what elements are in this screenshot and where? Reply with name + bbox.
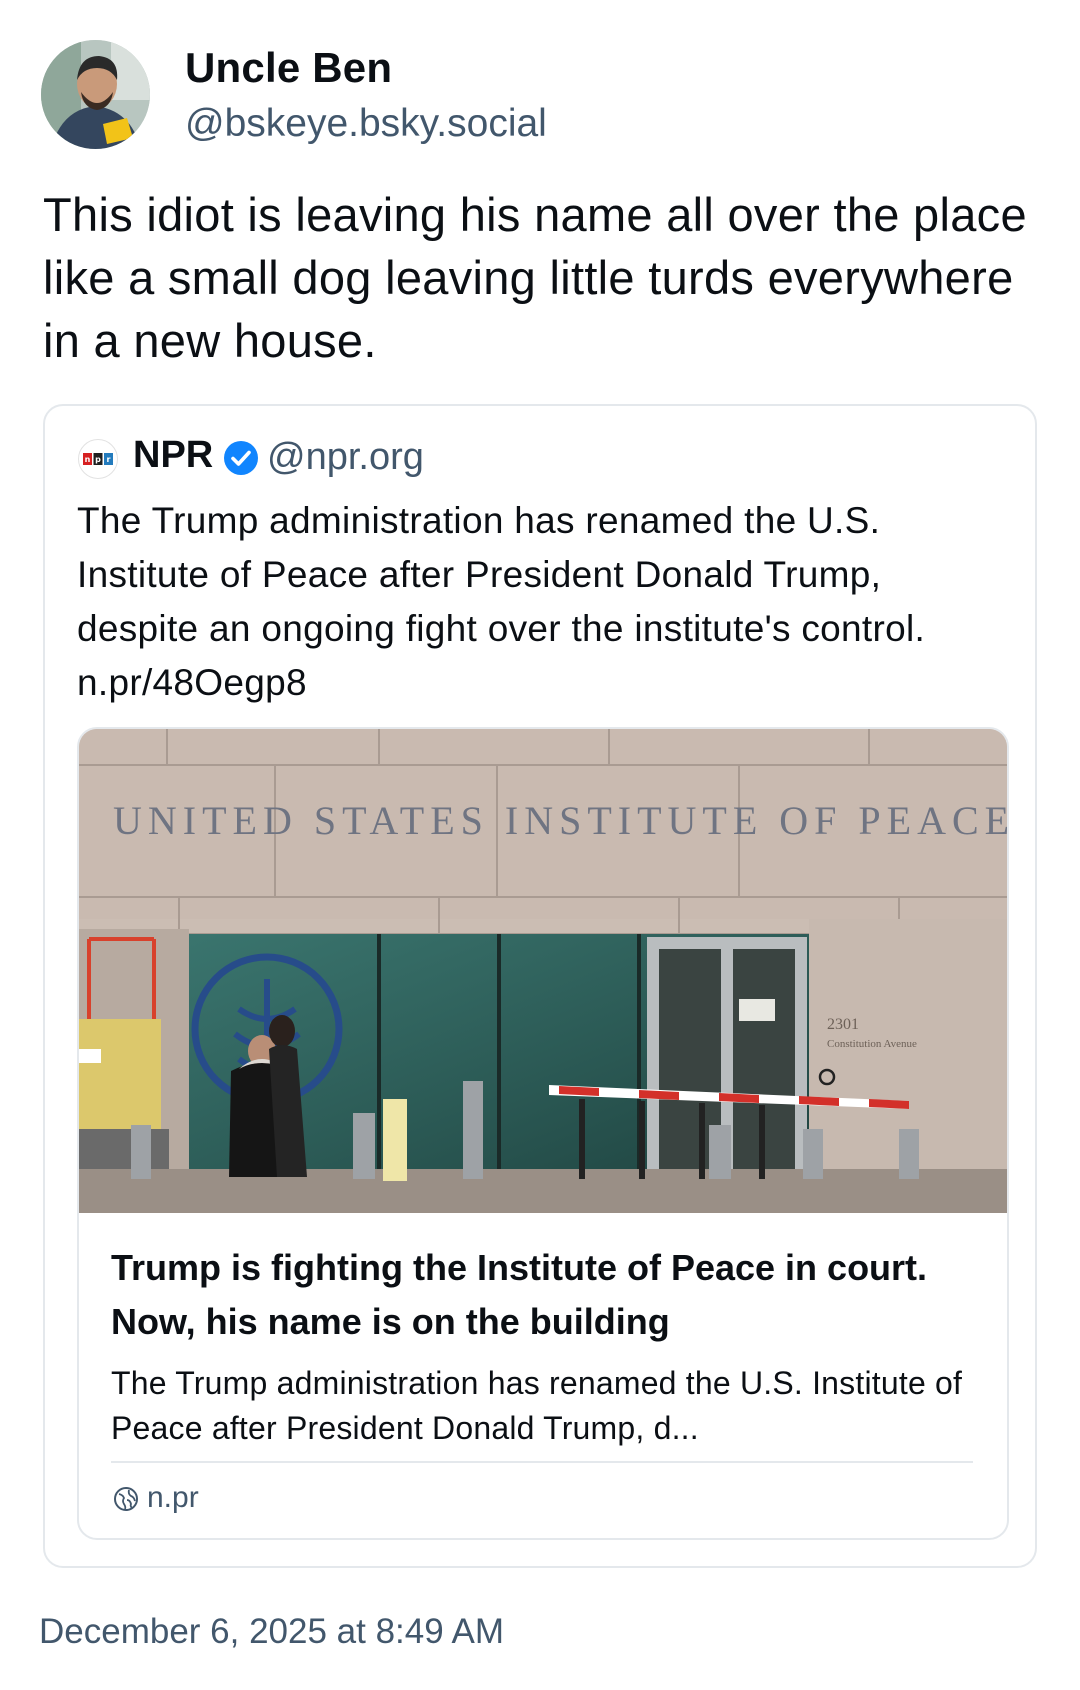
svg-text:p: p <box>95 455 101 464</box>
verified-badge-icon <box>224 441 258 475</box>
article-thumbnail-image: UNITED STATES INSTITUTE OF PEACE 2301 Co… <box>79 729 1007 1213</box>
link-preview-card[interactable]: UNITED STATES INSTITUTE OF PEACE 2301 Co… <box>77 727 1009 1540</box>
address-street: Constitution Avenue <box>827 1038 917 1050</box>
post-timestamp[interactable]: December 6, 2025 at 8:49 AM <box>39 1612 504 1652</box>
author-display-name[interactable]: Uncle Ben <box>185 44 392 92</box>
article-title[interactable]: Trump is fighting the Institute of Peace… <box>111 1241 991 1349</box>
link-domain[interactable]: n.pr <box>147 1481 199 1515</box>
post: Uncle Ben @bskeye.bsky.social This idiot… <box>0 0 1080 1690</box>
building-inscription: UNITED STATES INSTITUTE OF PEACE <box>113 798 1007 843</box>
svg-text:r: r <box>107 455 111 464</box>
quoted-post[interactable]: n p r NPR @npr.org The Trump administrat… <box>43 404 1037 1568</box>
card-divider <box>111 1461 973 1463</box>
svg-text:n: n <box>85 455 91 464</box>
article-description: The Trump administration has renamed the… <box>111 1365 963 1446</box>
address-number: 2301 <box>827 1016 859 1033</box>
quoted-author-name[interactable]: NPR <box>133 434 213 477</box>
author-handle[interactable]: @bskeye.bsky.social <box>185 102 547 146</box>
globe-icon <box>114 1487 138 1511</box>
quoted-post-text: The Trump administration has renamed the… <box>77 500 926 703</box>
npr-logo: n p r <box>78 439 118 479</box>
quoted-author-handle[interactable]: @npr.org <box>267 436 424 479</box>
avatar-photo <box>41 40 150 149</box>
post-text: This idiot is leaving his name all over … <box>43 188 1027 367</box>
author-avatar[interactable] <box>41 40 150 149</box>
